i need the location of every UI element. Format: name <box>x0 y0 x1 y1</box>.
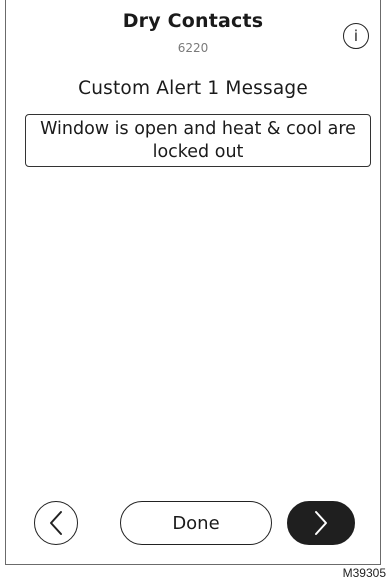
alert-message-text: Window is open and heat & cool are locke… <box>40 118 356 162</box>
done-button-label: Done <box>172 512 220 534</box>
setting-heading: Custom Alert 1 Message <box>78 78 308 99</box>
figure-id: M39305 <box>342 566 386 580</box>
thermostat-screen: Dry Contacts 6220 i Custom Alert 1 Messa… <box>5 0 381 565</box>
chevron-right-icon <box>313 510 329 536</box>
done-button[interactable]: Done <box>120 501 272 545</box>
alert-message-field[interactable]: Window is open and heat & cool are locke… <box>25 114 371 167</box>
next-button[interactable] <box>287 501 355 545</box>
info-button[interactable]: i <box>343 23 369 49</box>
chevron-left-icon <box>48 510 64 536</box>
info-icon: i <box>353 26 359 45</box>
setting-code: 6220 <box>177 41 209 55</box>
back-button[interactable] <box>34 501 78 545</box>
page-title: Dry Contacts <box>122 10 264 32</box>
